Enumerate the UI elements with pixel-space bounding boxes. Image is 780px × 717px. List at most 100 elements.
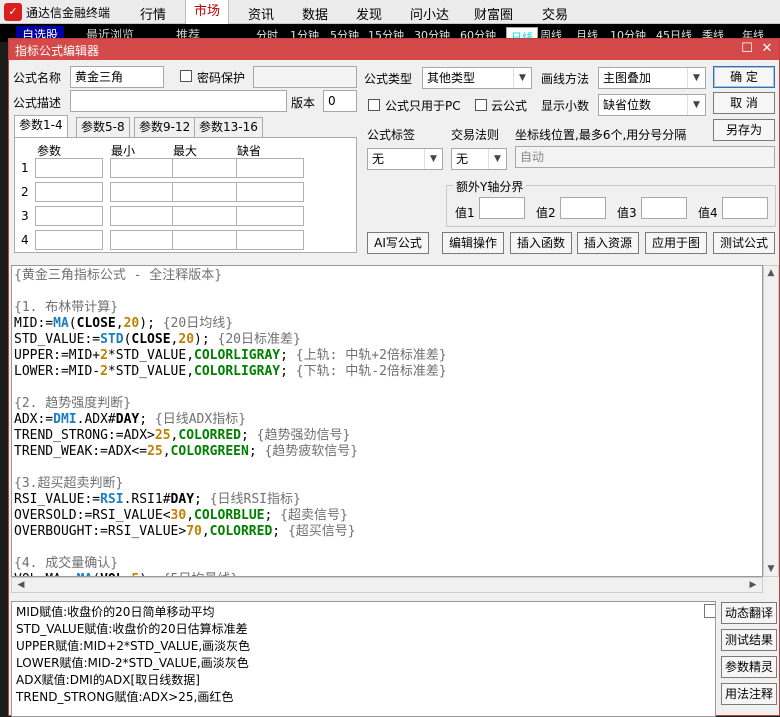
formula-type-label: 公式类型 [364,72,413,86]
side-button[interactable]: 用法注释 [721,683,777,705]
menu-item[interactable]: 市场 [185,0,230,24]
param-cell[interactable] [35,182,103,202]
scroll-up-icon[interactable]: ▲ [764,268,778,278]
param-tab[interactable]: 参数5-8 [76,117,130,137]
maximize-icon[interactable]: ☐ [739,41,755,56]
cancel-button[interactable]: 取 消 [713,92,775,114]
param-cell[interactable] [110,158,178,178]
decimals-select[interactable]: 缺省位数 ▼ [598,94,706,116]
y-value-input[interactable] [560,197,606,219]
decimals-label: 显示小数 [541,99,590,113]
param-tab[interactable]: 参数1-4 [14,115,68,137]
axis-line-input[interactable]: 自动 [515,146,775,168]
code-editor[interactable]: {黄金三角指标公式 - 全注释版本} {1. 布林带计算} MID:=MA(CLOS… [11,265,763,577]
param-row-number: 2 [21,185,29,199]
param-tab[interactable]: 参数9-12 [134,117,196,137]
code-line: LOWER:=MID-2*STD_VALUE,COLORLIGRAY; {下轨:… [14,364,447,379]
chevron-down-icon: ▼ [687,68,705,88]
side-button[interactable]: 动态翻译 [721,602,777,624]
translation-line: STD_VALUE赋值:收盘价的20日估算标准差 [16,622,248,636]
param-cell[interactable] [110,230,178,250]
trade-rule-label: 交易法则 [451,128,500,142]
tag-select[interactable]: 无 ▼ [367,148,443,170]
param-cell[interactable] [236,206,304,226]
edit-ops-button[interactable]: 编辑操作 [442,232,504,254]
password-input[interactable] [253,66,357,88]
param-cell[interactable] [236,230,304,250]
insert-function-button[interactable]: 插入函数 [510,232,572,254]
draw-method-select[interactable]: 主图叠加 ▼ [598,67,706,89]
side-button[interactable]: 参数精灵 [721,656,777,678]
param-cell[interactable] [236,182,304,202]
menu-item[interactable]: 数据 [302,4,328,23]
menu-item[interactable]: 交易 [542,4,568,23]
translation-line: UPPER赋值:MID+2*STD_VALUE,画淡灰色 [16,639,251,653]
ai-formula-button[interactable]: AI写公式 [367,232,429,254]
param-cell[interactable] [35,158,103,178]
app-logo-icon: ✓ [4,3,22,21]
save-as-button[interactable]: 另存为 [713,119,775,141]
side-button[interactable]: 测试结果 [721,629,777,651]
editor-horizontal-scrollbar[interactable]: ◀ ▶ [11,577,763,593]
param-row-number: 1 [21,161,29,175]
chevron-down-icon: ▼ [488,149,506,169]
translation-scrollbar[interactable] [704,604,715,618]
code-line: {2. 趋势强度判断} [14,396,132,411]
param-cell[interactable] [35,230,103,250]
param-tab[interactable]: 参数13-16 [194,117,263,137]
chevron-down-icon: ▼ [687,95,705,115]
y-value-label: 值1 [455,206,475,220]
formula-desc-label: 公式描述 [13,96,62,110]
y-value-input[interactable] [479,197,525,219]
code-line: OVERSOLD:=RSI_VALUE<30,COLORBLUE; {超卖信号} [14,508,348,523]
y-value-input[interactable] [641,197,687,219]
y-value-input[interactable] [722,197,768,219]
password-label: 密码保护 [197,71,246,85]
y-value-label: 值3 [617,206,637,220]
scroll-down-icon[interactable]: ▼ [764,564,778,574]
test-formula-button[interactable]: 测试公式 [713,232,775,254]
menu-item[interactable]: 行情 [140,4,166,23]
tag-value: 无 [372,152,385,166]
formula-desc-input[interactable] [70,90,287,112]
param-cell[interactable] [110,206,178,226]
param-header: 参数 [37,144,62,158]
app-title: 通达信金融终端 [26,6,111,20]
axis-line-label: 坐标线位置,最多6个,用分号分隔 [515,128,687,142]
param-header: 最大 [173,144,198,158]
cloud-checkbox[interactable] [475,99,487,111]
param-cell[interactable] [110,182,178,202]
ok-button[interactable]: 确 定 [713,66,775,88]
y-value-label: 值2 [536,206,556,220]
param-cell[interactable] [172,230,240,250]
param-cell[interactable] [172,206,240,226]
code-line: {4. 成交量确认} [14,556,119,571]
param-cell[interactable] [236,158,304,178]
param-cell[interactable] [172,158,240,178]
version-input[interactable]: 0 [323,90,357,112]
apply-to-chart-button[interactable]: 应用于图 [645,232,707,254]
extra-y-axis-caption: 额外Y轴分界 [453,178,527,195]
password-checkbox[interactable] [180,70,192,82]
scroll-left-icon[interactable]: ◀ [14,580,28,590]
translation-line: TREND_STRONG赋值:ADX>25,画红色 [16,690,234,704]
editor-vertical-scrollbar[interactable]: ▲ ▼ [763,265,779,577]
close-icon[interactable]: ✕ [759,41,775,56]
param-cell[interactable] [172,182,240,202]
insert-resource-button[interactable]: 插入资源 [577,232,639,254]
param-cell[interactable] [35,206,103,226]
translation-line: LOWER赋值:MID-2*STD_VALUE,画淡灰色 [16,656,249,670]
draw-method-label: 画线方法 [541,72,590,86]
trade-rule-select[interactable]: 无 ▼ [451,148,507,170]
formula-name-input[interactable]: 黄金三角 [70,66,164,88]
menu-item[interactable]: 财富圈 [474,4,513,23]
scroll-right-icon[interactable]: ▶ [746,580,760,590]
code-line: MID:=MA(CLOSE,20); {20日均线} [14,316,234,331]
code-line: UPPER:=MID+2*STD_VALUE,COLORLIGRAY; {上轨:… [14,348,447,363]
pc-only-checkbox[interactable] [368,99,380,111]
formula-type-select[interactable]: 其他类型 ▼ [422,67,532,89]
menu-item[interactable]: 发现 [356,4,382,23]
menu-item[interactable]: 问小达 [410,4,449,23]
menu-item[interactable]: 资讯 [248,4,274,23]
y-value-label: 值4 [698,206,718,220]
